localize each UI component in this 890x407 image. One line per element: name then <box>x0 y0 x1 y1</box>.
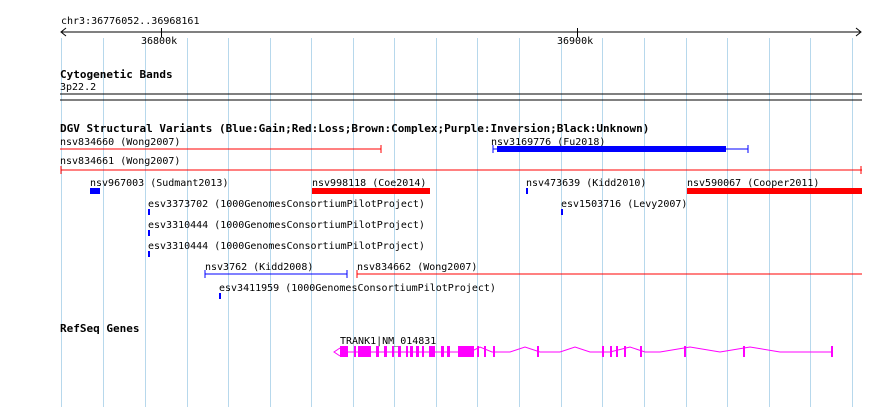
dgv-feature-label: nsv3762 (Kidd2008) <box>205 262 313 273</box>
dgv-feature-label: nsv834662 (Wong2007) <box>357 262 477 273</box>
dgv-gain-bar <box>526 188 528 194</box>
dgv-gain-bar <box>148 209 150 215</box>
exon <box>358 346 371 357</box>
dgv-loss-bar <box>312 188 430 194</box>
exon <box>416 346 419 357</box>
dgv-gain-bar <box>148 251 150 257</box>
dgv-feature[interactable]: esv3310444 (1000GenomesConsortiumPilotPr… <box>148 241 425 257</box>
dgv-feature-label: esv3411959 (1000GenomesConsortiumPilotPr… <box>219 283 496 294</box>
refseq-track-title: RefSeq Genes <box>60 322 139 335</box>
exon <box>410 346 413 357</box>
dgv-feature-label: esv1503716 (Levy2007) <box>561 199 687 210</box>
dgv-feature-label: nsv998118 (Coe2014) <box>312 178 426 189</box>
dgv-feature[interactable]: esv3411959 (1000GenomesConsortiumPilotPr… <box>219 283 496 299</box>
dgv-feature[interactable]: nsv834661 (Wong2007) <box>60 156 862 174</box>
dgv-track[interactable]: DGV Structural Variants (Blue:Gain;Red:L… <box>60 122 862 299</box>
dgv-feature-label: nsv967003 (Sudmant2013) <box>90 178 228 189</box>
intron-line <box>340 346 833 353</box>
dgv-feature[interactable]: nsv3169776 (Fu2018) <box>491 137 749 153</box>
exon <box>384 346 387 357</box>
dgv-gain-bar <box>90 188 100 194</box>
dgv-feature[interactable]: nsv590067 (Cooper2011) <box>687 178 862 194</box>
ruler-tick-label: 36800k <box>141 36 177 47</box>
dgv-feature-label: nsv590067 (Cooper2011) <box>687 178 819 189</box>
gene-trank1[interactable]: TRANK1|NM_014831 <box>333 336 833 357</box>
exon <box>392 346 394 357</box>
track-canvas: chr3:36776052..36968161 36800k 36900k Cy… <box>60 16 862 407</box>
exon <box>422 346 424 357</box>
dgv-feature[interactable]: esv1503716 (Levy2007) <box>561 199 687 215</box>
dgv-feature[interactable]: nsv998118 (Coe2014) <box>312 178 430 194</box>
dgv-gain-bar <box>497 146 726 152</box>
dgv-feature-label: nsv834661 (Wong2007) <box>60 156 180 167</box>
exon <box>429 346 435 357</box>
dgv-feature[interactable]: nsv3762 (Kidd2008) <box>204 262 348 278</box>
strand-arrow <box>333 347 341 357</box>
exon <box>447 346 450 357</box>
gene-label: TRANK1|NM_014831 <box>340 336 436 347</box>
dgv-feature-label: esv3373702 (1000GenomesConsortiumPilotPr… <box>148 199 425 210</box>
gene-model <box>333 346 833 357</box>
exon <box>441 346 444 357</box>
dgv-feature-label: esv3310444 (1000GenomesConsortiumPilotPr… <box>148 220 425 231</box>
ruler-range-label: chr3:36776052..36968161 <box>61 16 199 27</box>
dgv-feature-label: nsv834660 (Wong2007) <box>60 137 180 148</box>
dgv-feature-label: esv3310444 (1000GenomesConsortiumPilotPr… <box>148 241 425 252</box>
dgv-feature[interactable]: esv3310444 (1000GenomesConsortiumPilotPr… <box>148 220 425 236</box>
dgv-gain-bar <box>219 293 221 299</box>
exon <box>493 346 495 357</box>
exon <box>477 346 479 357</box>
dgv-feature[interactable]: nsv834662 (Wong2007) <box>356 262 862 278</box>
cytoband-track[interactable]: Cytogenetic Bands 3p22.2 <box>60 68 862 101</box>
ruler-tick-label: 36900k <box>557 36 593 47</box>
exon <box>684 346 686 357</box>
exon <box>602 346 604 357</box>
dgv-gain-bar <box>561 209 563 215</box>
dgv-loss-bar <box>687 188 862 194</box>
ruler-track[interactable]: chr3:36776052..36968161 36800k 36900k <box>60 16 862 47</box>
dgv-feature[interactable]: nsv834660 (Wong2007) <box>60 137 382 153</box>
exon <box>624 346 626 357</box>
exon <box>640 346 642 357</box>
exon <box>340 346 348 357</box>
exon <box>398 346 401 357</box>
dgv-feature[interactable]: nsv967003 (Sudmant2013) <box>90 178 228 194</box>
exon <box>458 346 474 357</box>
exon <box>831 346 833 357</box>
exon <box>376 346 379 357</box>
dgv-feature[interactable]: nsv473639 (Kidd2010) <box>526 178 646 194</box>
dgv-track-title: DGV Structural Variants (Blue:Gain;Red:L… <box>60 122 649 135</box>
exon <box>610 346 612 357</box>
exon <box>484 346 486 357</box>
cytoband-label: 3p22.2 <box>60 82 96 93</box>
exon <box>743 346 745 357</box>
dgv-gain-bar <box>148 230 150 236</box>
exon <box>537 346 539 357</box>
cytoband-track-title: Cytogenetic Bands <box>60 68 173 81</box>
refseq-track[interactable]: RefSeq Genes TRANK1|NM_014831 <box>60 322 833 357</box>
exon <box>616 346 618 357</box>
dgv-feature[interactable]: esv3373702 (1000GenomesConsortiumPilotPr… <box>148 199 425 215</box>
dgv-feature-label: nsv473639 (Kidd2010) <box>526 178 646 189</box>
genome-browser-panel: chr3:36776052..36968161 36800k 36900k Cy… <box>0 0 890 407</box>
exon <box>406 346 408 357</box>
exon <box>354 346 356 357</box>
